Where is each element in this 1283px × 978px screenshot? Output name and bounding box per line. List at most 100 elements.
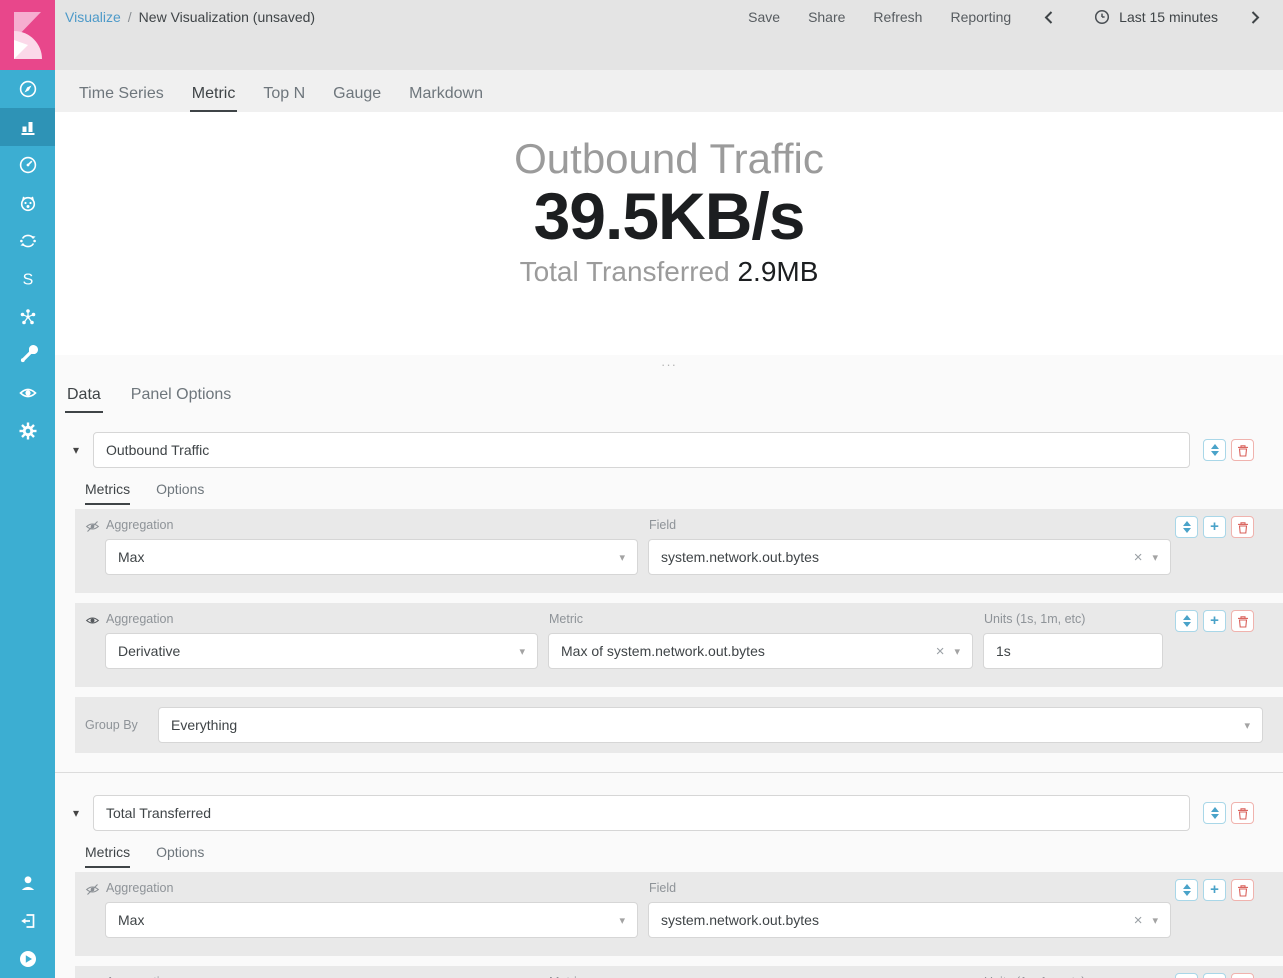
config-tabs: Data Panel Options (55, 375, 1283, 413)
reporting-button[interactable]: Reporting (950, 9, 1011, 25)
trash-icon (1237, 884, 1249, 897)
series-2-header: ▾ (73, 795, 1283, 831)
clear-icon[interactable]: × (936, 643, 945, 660)
sidebar-item-canvas[interactable] (0, 222, 55, 260)
series-1-delete-button[interactable] (1231, 439, 1254, 461)
app-sidebar: S (0, 0, 55, 978)
sidebar-item-collapse[interactable] (0, 940, 55, 978)
series-2-tab-options[interactable]: Options (156, 844, 204, 868)
sidebar-item-user[interactable] (0, 864, 55, 902)
metric-sort-button[interactable] (1175, 973, 1198, 978)
tab-top-n[interactable]: Top N (261, 76, 307, 112)
time-picker-button[interactable]: Last 15 minutes (1094, 9, 1218, 25)
chevron-down-icon: ▾ (1244, 719, 1250, 732)
series-1-collapse-caret-icon[interactable]: ▾ (73, 443, 93, 457)
series-1-tab-options[interactable]: Options (156, 481, 204, 505)
metric-title: Outbound Traffic (55, 136, 1283, 182)
visibility-toggle[interactable] (85, 520, 105, 538)
sidebar-item-logout[interactable] (0, 902, 55, 940)
row-buttons: + (1175, 973, 1254, 978)
series-1-header-buttons (1203, 439, 1254, 461)
metric-secondary: Total Transferred 2.9MB (55, 255, 1283, 289)
metric-field: Metric Max of system.network.out.bytes ×… (548, 611, 973, 669)
time-forward-button[interactable] (1246, 10, 1265, 25)
aggregation-select[interactable]: Max ▾ (105, 902, 638, 938)
metric-add-button[interactable]: + (1203, 879, 1226, 901)
kibana-logo[interactable] (0, 0, 55, 70)
series-1-group-by: Group By Everything ▾ (75, 697, 1283, 753)
sidebar-item-management[interactable] (0, 412, 55, 450)
eye-slash-icon (85, 883, 100, 896)
save-button[interactable]: Save (748, 9, 780, 25)
refresh-button[interactable]: Refresh (873, 9, 922, 25)
row-buttons: + (1175, 610, 1254, 632)
aggregation-select[interactable]: Max ▾ (105, 539, 638, 575)
sidebar-item-s-plugin[interactable]: S (0, 260, 55, 298)
clock-icon (1094, 9, 1110, 25)
tab-time-series[interactable]: Time Series (77, 76, 166, 112)
metric-add-button[interactable]: + (1203, 973, 1226, 978)
sidebar-item-dashboard[interactable] (0, 146, 55, 184)
visibility-toggle[interactable] (85, 614, 105, 632)
sidebar-item-dev-tools[interactable] (0, 336, 55, 374)
tab-gauge[interactable]: Gauge (331, 76, 383, 112)
group-by-label: Group By (85, 718, 158, 732)
tab-panel-options[interactable]: Panel Options (129, 382, 234, 413)
metric-sort-button[interactable] (1175, 879, 1198, 901)
metric-visualization: Outbound Traffic 39.5KB/s Total Transfer… (55, 112, 1283, 355)
kibana-logo-icon (0, 0, 55, 70)
tab-data[interactable]: Data (65, 382, 103, 413)
series-1-name-input[interactable] (93, 432, 1190, 468)
series-2-sort-button[interactable] (1203, 802, 1226, 824)
visualization-type-tabs: Time Series Metric Top N Gauge Markdown (55, 70, 1283, 112)
series-2-name-input[interactable] (93, 795, 1190, 831)
series-2-delete-button[interactable] (1231, 802, 1254, 824)
sidebar-item-timelion[interactable] (0, 184, 55, 222)
metric-delete-button[interactable] (1231, 516, 1254, 538)
series-divider (55, 772, 1283, 773)
chevron-right-icon (1250, 10, 1261, 25)
series-2-collapse-caret-icon[interactable]: ▾ (73, 806, 93, 820)
chevron-down-icon: ▾ (1152, 551, 1158, 564)
wrench-icon (18, 345, 38, 365)
aggregation-field: Aggregation Derivative ▾ (105, 611, 538, 669)
group-by-select[interactable]: Everything ▾ (158, 707, 1263, 743)
field-combobox[interactable]: system.network.out.bytes × ▾ (648, 539, 1171, 575)
metric-sort-button[interactable] (1175, 610, 1198, 632)
clear-icon[interactable]: × (1134, 549, 1143, 566)
series-1-agg-row-1: Aggregation Max ▾ Field system.network.o… (75, 509, 1283, 593)
metric-combobox[interactable]: Max of system.network.out.bytes × ▾ (548, 633, 973, 669)
units-input[interactable] (983, 633, 1163, 669)
metric-sort-button[interactable] (1175, 516, 1198, 538)
tab-markdown[interactable]: Markdown (407, 76, 485, 112)
config-panel: ··· Data Panel Options ▾ Metrics Options (55, 355, 1283, 978)
time-back-button[interactable] (1039, 10, 1058, 25)
metric-delete-button[interactable] (1231, 879, 1254, 901)
aggregation-select[interactable]: Derivative ▾ (105, 633, 538, 669)
series-2-tab-metrics[interactable]: Metrics (85, 844, 130, 868)
series-1-sort-button[interactable] (1203, 439, 1226, 461)
metric-add-button[interactable]: + (1203, 610, 1226, 632)
sidebar-item-discover[interactable] (0, 70, 55, 108)
metric-delete-button[interactable] (1231, 610, 1254, 632)
breadcrumb-separator: / (128, 9, 132, 25)
breadcrumb-visualize-link[interactable]: Visualize (65, 9, 121, 25)
metric-add-button[interactable]: + (1203, 516, 1226, 538)
field-combobox[interactable]: system.network.out.bytes × ▾ (648, 902, 1171, 938)
sidebar-item-visualize[interactable] (0, 108, 55, 146)
tab-metric[interactable]: Metric (190, 76, 238, 112)
field-label: Field (649, 881, 1171, 895)
clear-icon[interactable]: × (1134, 912, 1143, 929)
visibility-toggle[interactable] (85, 883, 105, 901)
metric-delete-button[interactable] (1231, 973, 1254, 978)
sidebar-item-monitoring[interactable] (0, 374, 55, 412)
share-button[interactable]: Share (808, 9, 845, 25)
series-1-tab-metrics[interactable]: Metrics (85, 481, 130, 505)
sidebar-item-graph[interactable] (0, 298, 55, 336)
trash-icon (1237, 615, 1249, 628)
metric-secondary-label: Total Transferred (520, 256, 730, 287)
row-buttons: + (1175, 516, 1254, 538)
user-icon (18, 873, 38, 893)
panel-resize-handle-icon[interactable]: ··· (55, 355, 1283, 375)
row-buttons: + (1175, 879, 1254, 901)
